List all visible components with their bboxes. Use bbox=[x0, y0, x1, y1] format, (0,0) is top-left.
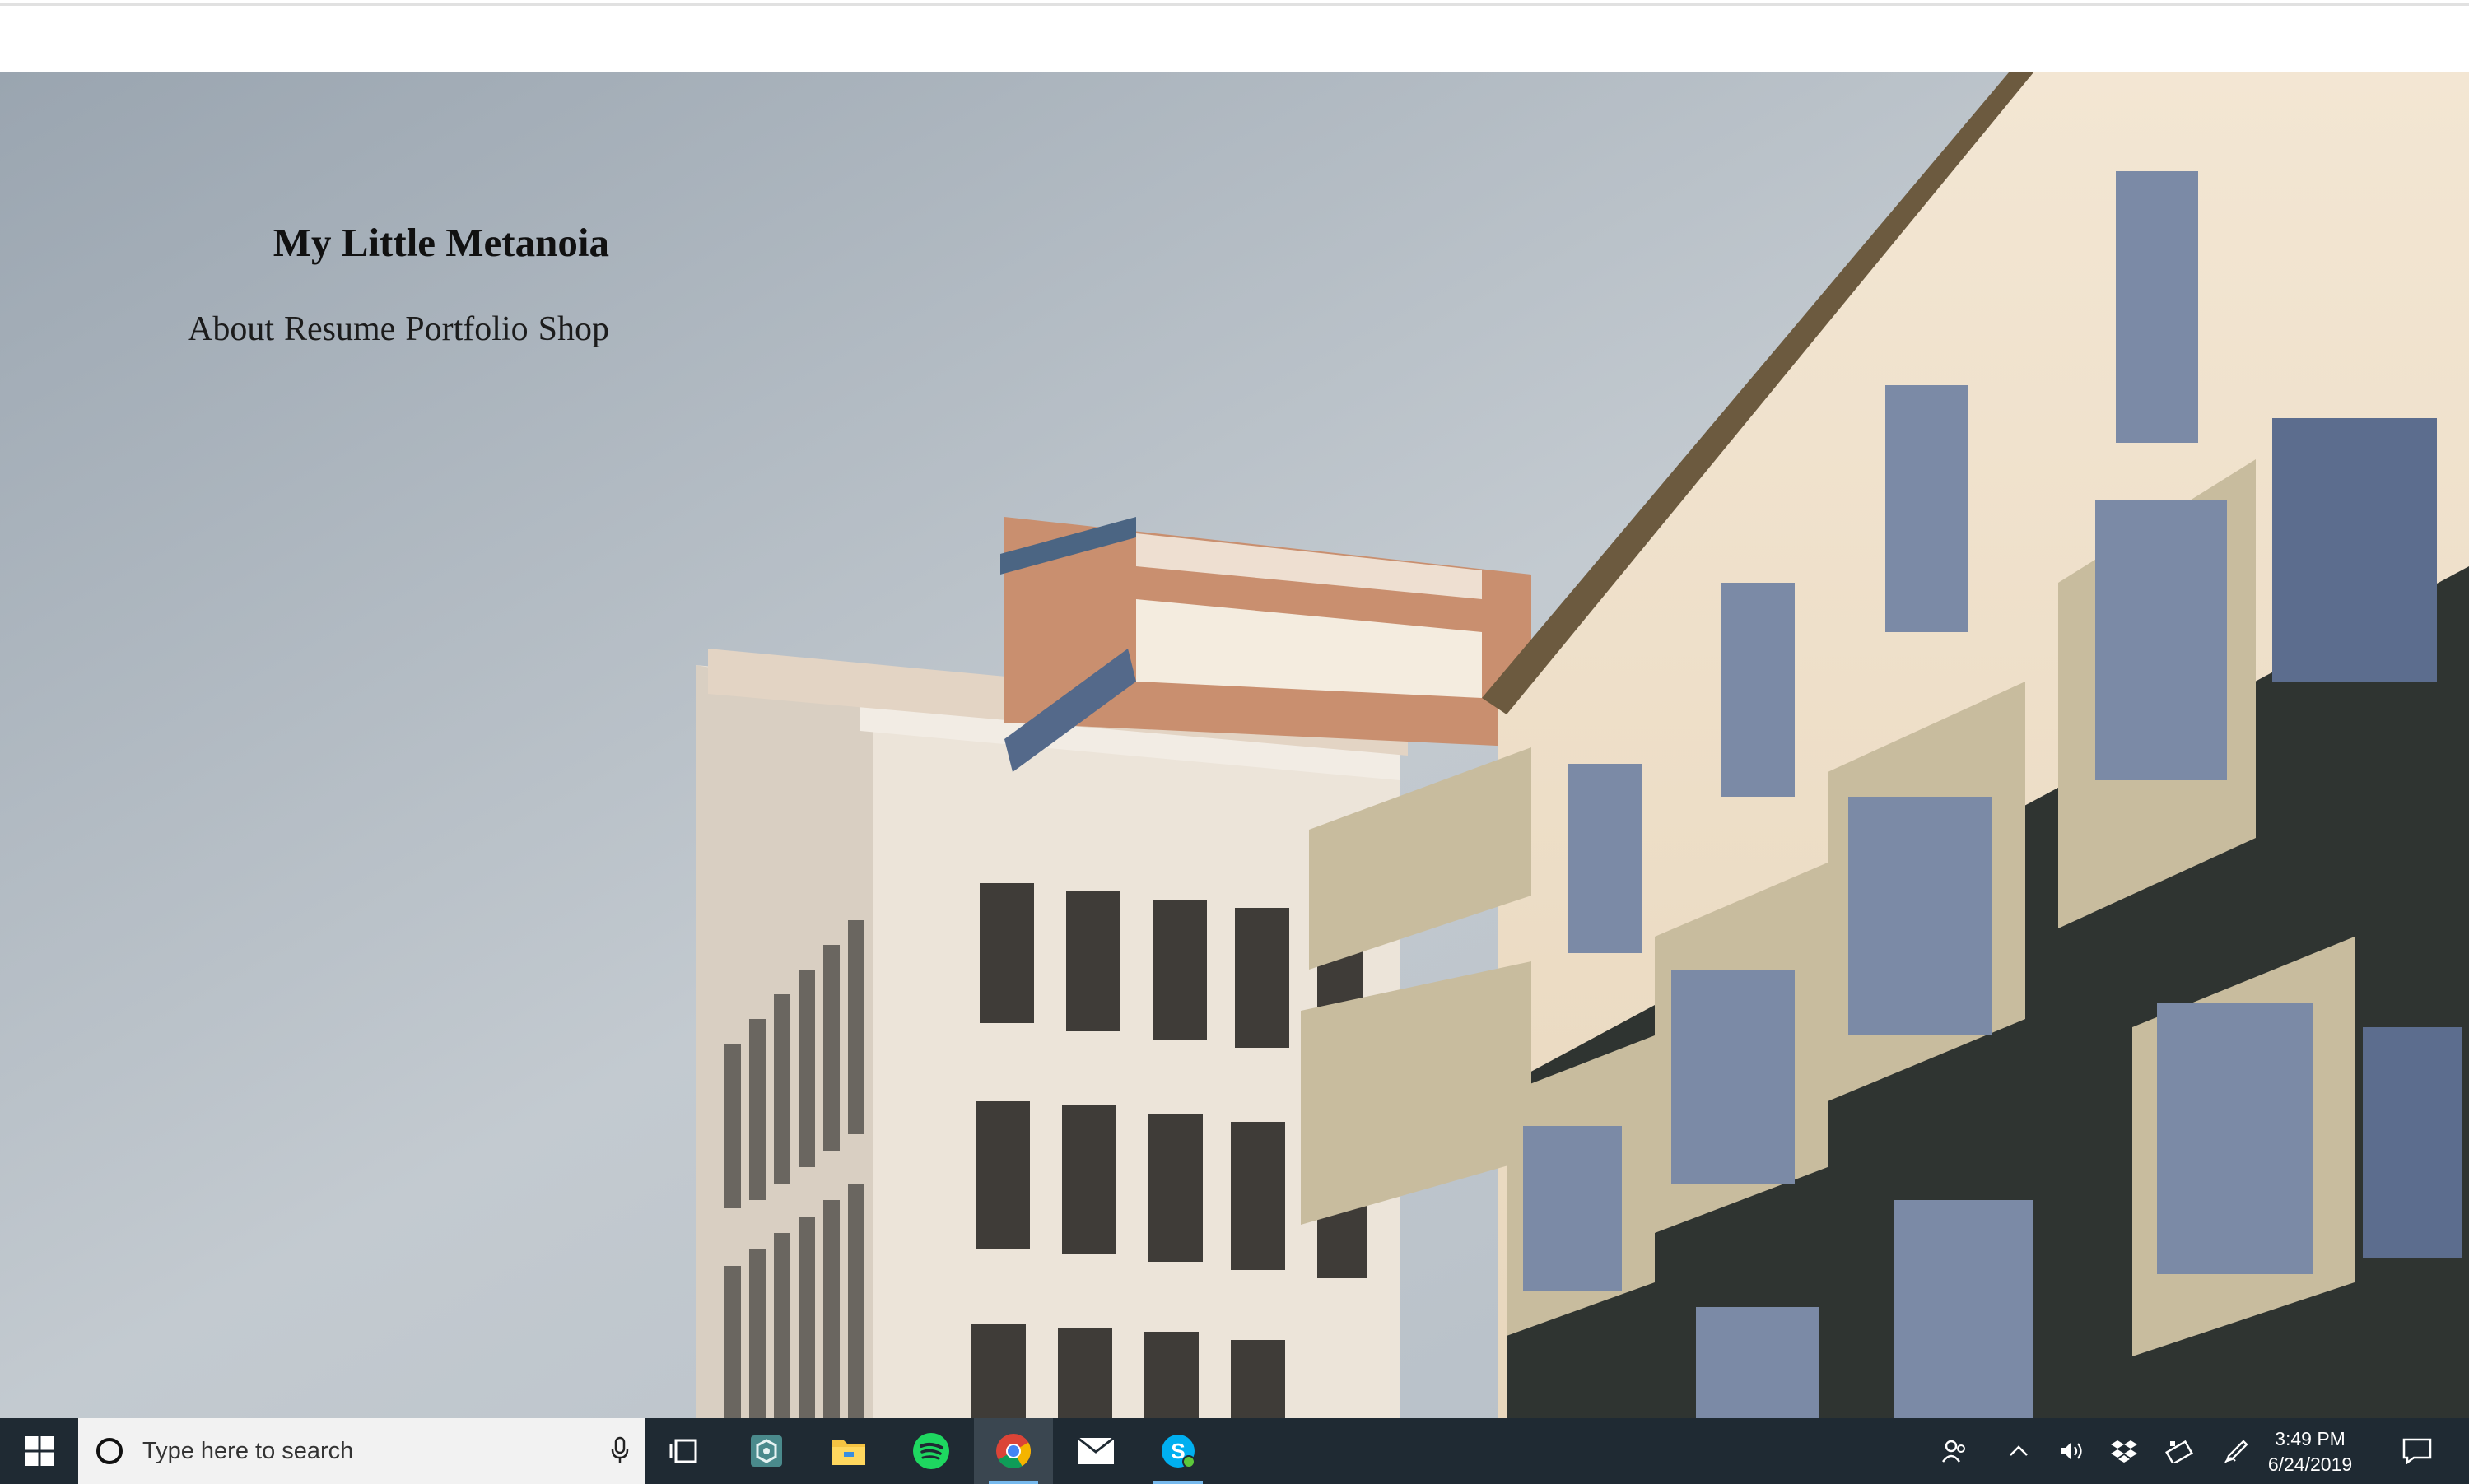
windows-taskbar: Type here to search S 3:49 PM 6/24/2019 bbox=[0, 1418, 2469, 1484]
nav-resume[interactable]: Resume bbox=[284, 310, 395, 348]
top-divider bbox=[0, 3, 2469, 6]
nav-about[interactable]: About bbox=[188, 310, 274, 348]
system-clock[interactable]: 3:49 PM 6/24/2019 bbox=[2252, 1426, 2368, 1477]
hero-background-photo: My Little Metanoia About Resume Portfolio S… bbox=[0, 72, 2469, 1418]
microphone-icon[interactable] bbox=[610, 1436, 630, 1466]
site-nav: About Resume Portfolio Shop bbox=[123, 309, 609, 349]
clock-date: 6/24/2019 bbox=[2267, 1454, 2353, 1475]
notification-icon[interactable] bbox=[2396, 1418, 2439, 1484]
dropbox-icon[interactable] bbox=[2106, 1418, 2142, 1484]
browser-top-strip bbox=[0, 0, 2469, 72]
skype-icon[interactable]: S bbox=[1139, 1418, 1218, 1484]
show-desktop-button[interactable] bbox=[2462, 1418, 2469, 1484]
app-hex-icon[interactable] bbox=[727, 1418, 806, 1484]
spotify-icon[interactable] bbox=[892, 1418, 971, 1484]
battery-icon[interactable] bbox=[2161, 1418, 2197, 1484]
clock-time: 3:49 PM bbox=[2275, 1428, 2346, 1449]
cortana-icon bbox=[96, 1438, 123, 1464]
nav-portfolio[interactable]: Portfolio bbox=[405, 310, 528, 348]
volume-icon[interactable] bbox=[2054, 1418, 2090, 1484]
start-button[interactable] bbox=[0, 1418, 78, 1484]
taskbar-search-box[interactable]: Type here to search bbox=[78, 1418, 645, 1484]
people-icon[interactable] bbox=[1936, 1418, 1973, 1484]
building-photo bbox=[0, 72, 2469, 1418]
pen-icon[interactable] bbox=[2219, 1418, 2255, 1484]
windows-logo-icon bbox=[24, 1436, 54, 1466]
task-view-icon[interactable] bbox=[645, 1418, 724, 1484]
chrome-icon[interactable] bbox=[974, 1418, 1053, 1484]
skype-running-indicator bbox=[1153, 1481, 1203, 1484]
chevron-up-icon[interactable] bbox=[2002, 1418, 2035, 1484]
nav-shop[interactable]: Shop bbox=[538, 310, 609, 348]
site-title[interactable]: My Little Metanoia bbox=[165, 219, 609, 266]
active-app-indicator bbox=[989, 1481, 1038, 1484]
file-explorer-icon[interactable] bbox=[809, 1418, 888, 1484]
mail-icon[interactable] bbox=[1056, 1418, 1135, 1484]
search-placeholder: Type here to search bbox=[142, 1437, 354, 1464]
